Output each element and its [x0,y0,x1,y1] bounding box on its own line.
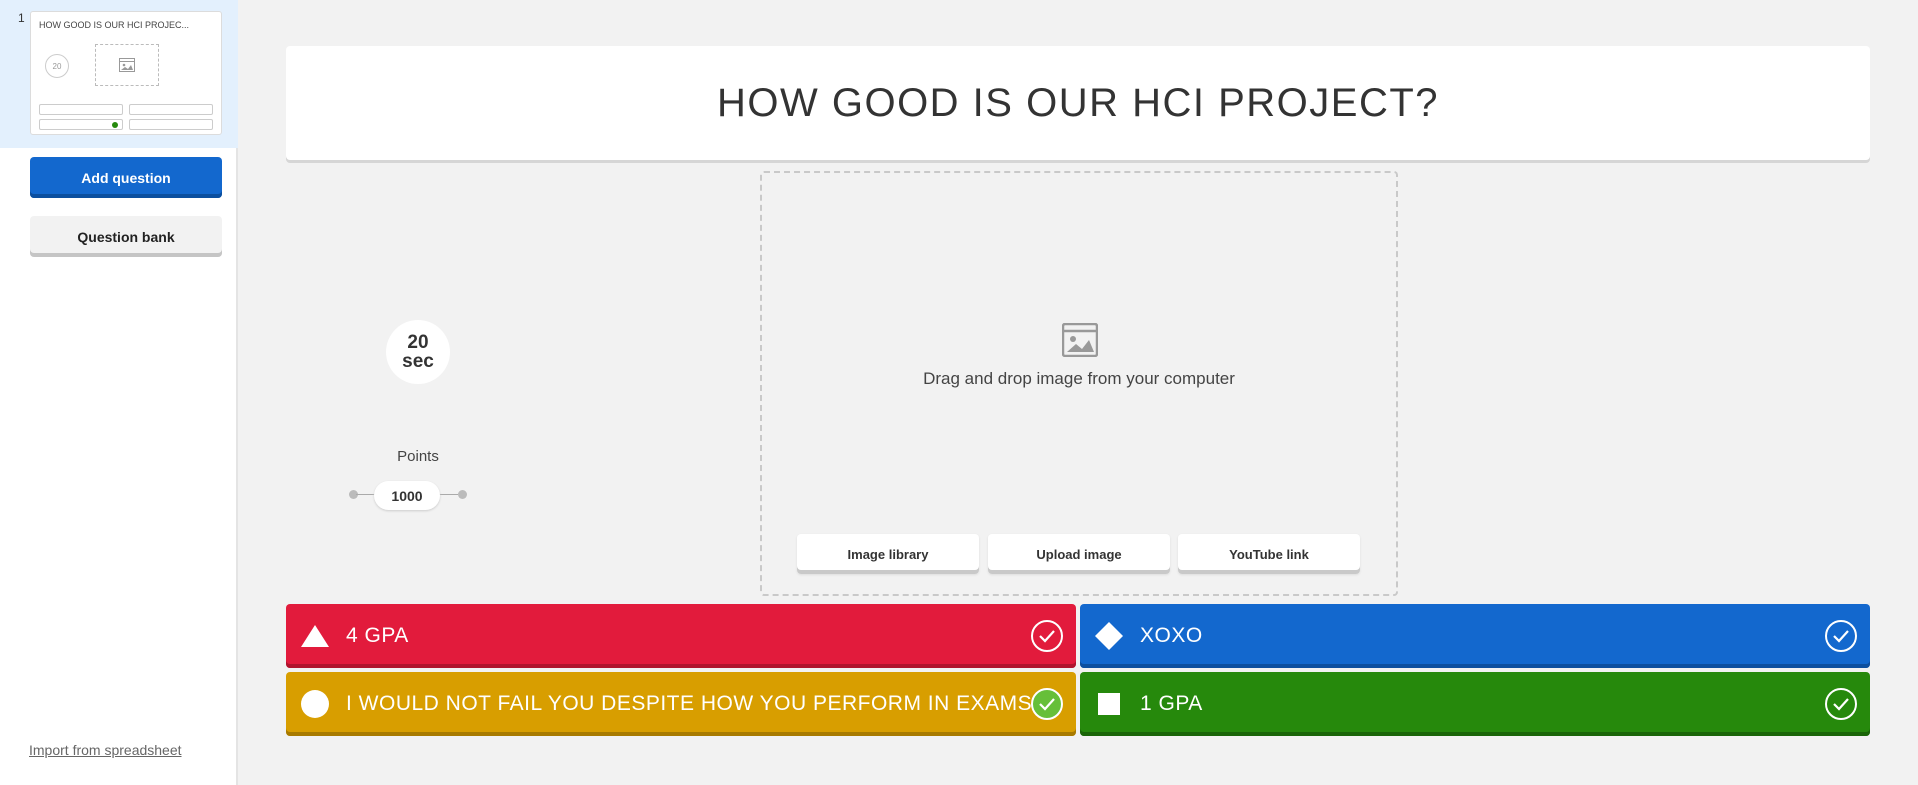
thumbnail-timer: 20 [45,54,69,78]
image-icon [1062,323,1098,357]
points-label: Points [397,448,439,465]
upload-image-button[interactable]: Upload image [988,534,1170,574]
import-spreadsheet-link[interactable]: Import from spreadsheet [29,742,182,758]
question-title-field[interactable]: HOW GOOD IS OUR HCI PROJECT? [286,46,1870,160]
thumbnail-title: HOW GOOD IS OUR HCI PROJEC... [39,20,190,30]
youtube-link-button[interactable]: YouTube link [1178,534,1360,574]
answer-text[interactable]: I WOULD NOT FAIL YOU DESPITE HOW YOU PER… [346,692,1032,716]
answer-1[interactable]: 4 GPA [286,604,1076,668]
drop-instructions: Drag and drop image from your computer [923,369,1235,388]
points-slider-max[interactable] [458,490,467,499]
add-question-button[interactable]: Add question [30,157,222,198]
image-icon [119,58,135,72]
correct-toggle[interactable] [1031,688,1063,720]
answer-text[interactable]: 1 GPA [1140,692,1203,716]
correct-dot [112,122,118,128]
slide-item-1[interactable]: 1 HOW GOOD IS OUR HCI PROJEC... 20 [0,0,238,148]
correct-toggle[interactable] [1825,688,1857,720]
correct-toggle[interactable] [1825,620,1857,652]
answer-4[interactable]: 1 GPA [1080,672,1870,736]
thumbnail-answer [129,104,213,115]
checkmark-icon [1039,698,1055,711]
slide-number: 1 [18,11,25,25]
thumbnail-answer [39,104,123,115]
sidebar: 1 HOW GOOD IS OUR HCI PROJEC... 20 Add q… [0,0,238,785]
checkmark-icon [1833,630,1849,643]
timer-value: 20 [407,332,429,353]
diamond-icon [1092,619,1126,653]
thumbnail-answer [129,119,213,130]
points-value[interactable]: 1000 [374,481,440,510]
circle-icon [298,687,332,721]
points-slider-track [438,494,458,495]
answer-text[interactable]: 4 GPA [346,624,409,648]
points-slider-track [356,494,376,495]
triangle-icon [298,619,332,653]
image-library-button[interactable]: Image library [797,534,979,574]
checkmark-icon [1039,630,1055,643]
thumbnail-media-placeholder [95,44,159,86]
answer-3[interactable]: I WOULD NOT FAIL YOU DESPITE HOW YOU PER… [286,672,1076,736]
media-drop-zone[interactable]: Drag and drop image from your computer I… [760,171,1398,596]
question-title: HOW GOOD IS OUR HCI PROJECT? [716,80,1440,125]
thumbnail-answer [39,119,123,130]
answer-text[interactable]: XOXO [1140,624,1203,648]
correct-toggle[interactable] [1031,620,1063,652]
square-icon [1092,687,1126,721]
time-limit-selector[interactable]: 20 sec [386,320,450,384]
timer-unit: sec [402,351,434,372]
question-bank-button[interactable]: Question bank [30,216,222,257]
checkmark-icon [1833,698,1849,711]
answer-2[interactable]: XOXO [1080,604,1870,668]
slide-thumbnail[interactable]: HOW GOOD IS OUR HCI PROJEC... 20 [30,11,222,135]
